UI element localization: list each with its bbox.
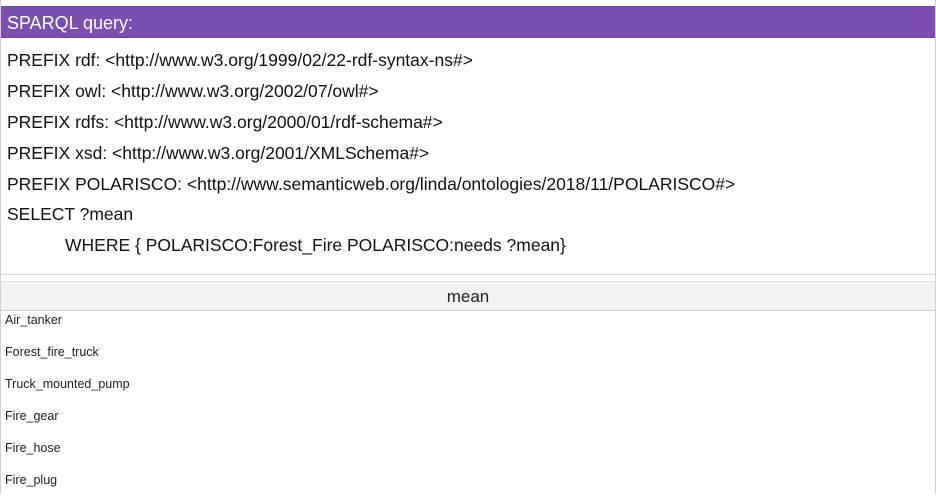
query-text-area[interactable]: PREFIX rdf: <http://www.w3.org/1999/02/2… [1,40,935,272]
table-row[interactable]: Forest_fire_truck [1,343,935,375]
table-row[interactable]: Fire_gear [1,407,935,439]
query-line-prefix-xsd: PREFIX xsd: <http://www.w3.org/2001/XMLS… [7,143,430,163]
query-line-prefix-rdfs: PREFIX rdfs: <http://www.w3.org/2000/01/… [7,112,443,132]
query-line-prefix-owl: PREFIX owl: <http://www.w3.org/2002/07/o… [7,81,379,101]
query-header-bar: SPARQL query: [1,6,935,38]
column-header-mean[interactable]: mean [1,287,935,307]
query-line-prefix-rdf: PREFIX rdf: <http://www.w3.org/1999/02/2… [7,50,473,70]
table-cell: Fire_gear [5,409,59,423]
query-header-title: SPARQL query: [7,13,134,33]
query-results-divider [1,274,935,275]
query-line-select: SELECT ?mean [7,204,134,224]
results-table-header: mean [1,281,935,311]
table-row[interactable]: Air_tanker [1,311,935,343]
table-cell: Air_tanker [5,313,62,327]
table-cell: Fire_hose [5,441,61,455]
table-row[interactable]: Fire_hose [1,439,935,471]
table-row[interactable]: Truck_mounted_pump [1,375,935,407]
table-cell: Forest_fire_truck [5,345,99,359]
table-cell: Truck_mounted_pump [5,377,130,391]
sparql-query-panel: SPARQL query: PREFIX rdf: <http://www.w3… [0,0,936,494]
query-line-prefix-polarisco: PREFIX POLARISCO: <http://www.semanticwe… [7,174,736,194]
table-cell: Fire_plug [5,473,58,487]
table-row[interactable]: Fire_plug [1,471,935,503]
query-line-where: WHERE { POLARISCO:Forest_Fire POLARISCO:… [65,235,566,255]
